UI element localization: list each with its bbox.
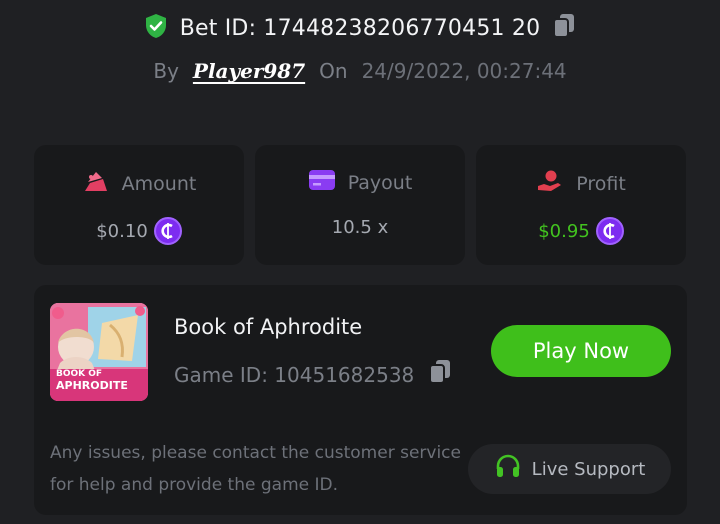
verified-shield-icon <box>144 13 168 43</box>
live-support-button[interactable]: Live Support <box>468 444 671 494</box>
payout-value: 10.5 x <box>331 217 389 238</box>
payout-card: Payout 10.5 x <box>255 145 465 265</box>
payout-label: Payout <box>347 171 413 194</box>
thumb-caption-line2: APHRODITE <box>56 379 128 392</box>
game-id-row: Game ID: 10451682538 <box>174 359 452 390</box>
profit-value: $0.95 <box>538 220 590 242</box>
on-label: On <box>319 59 348 83</box>
coin-icon <box>595 217 624 245</box>
game-title: Book of Aphrodite <box>174 315 363 339</box>
game-card: BOOK OF APHRODITE Book of Aphrodite Game… <box>34 285 687 515</box>
headset-icon <box>494 453 522 486</box>
amount-card: Amount $0.10 <box>34 145 244 265</box>
amount-label: Amount <box>121 172 197 195</box>
game-id: Game ID: 10451682538 <box>174 362 415 387</box>
profit-label: Profit <box>576 172 626 195</box>
profit-card: Profit $0.95 <box>476 145 686 265</box>
hand-coin-icon <box>536 169 564 198</box>
support-message: Any issues, please contact the customer … <box>50 443 461 495</box>
bet-meta-row: By Player987 On 24/9/2022, 00:27:44 <box>0 56 720 86</box>
game-thumbnail[interactable]: BOOK OF APHRODITE <box>50 303 148 401</box>
bet-header: Bet ID: 17448238206770451 20 <box>0 12 720 44</box>
amount-value: $0.10 <box>96 220 148 242</box>
wager-icon <box>82 169 110 198</box>
copy-bet-id-icon[interactable] <box>552 13 576 43</box>
play-now-button[interactable]: Play Now <box>491 325 671 377</box>
by-label: By <box>153 59 179 83</box>
thumb-caption: BOOK OF APHRODITE <box>56 369 128 391</box>
bet-id: Bet ID: 17448238206770451 20 <box>179 15 541 41</box>
player-name-link[interactable]: Player987 <box>193 59 305 83</box>
bet-date: 24/9/2022, 00:27:44 <box>361 59 567 83</box>
copy-game-id-icon[interactable] <box>428 359 452 390</box>
coin-icon <box>153 217 182 245</box>
card-icon <box>308 169 336 196</box>
live-support-label[interactable]: Live Support <box>532 459 646 480</box>
